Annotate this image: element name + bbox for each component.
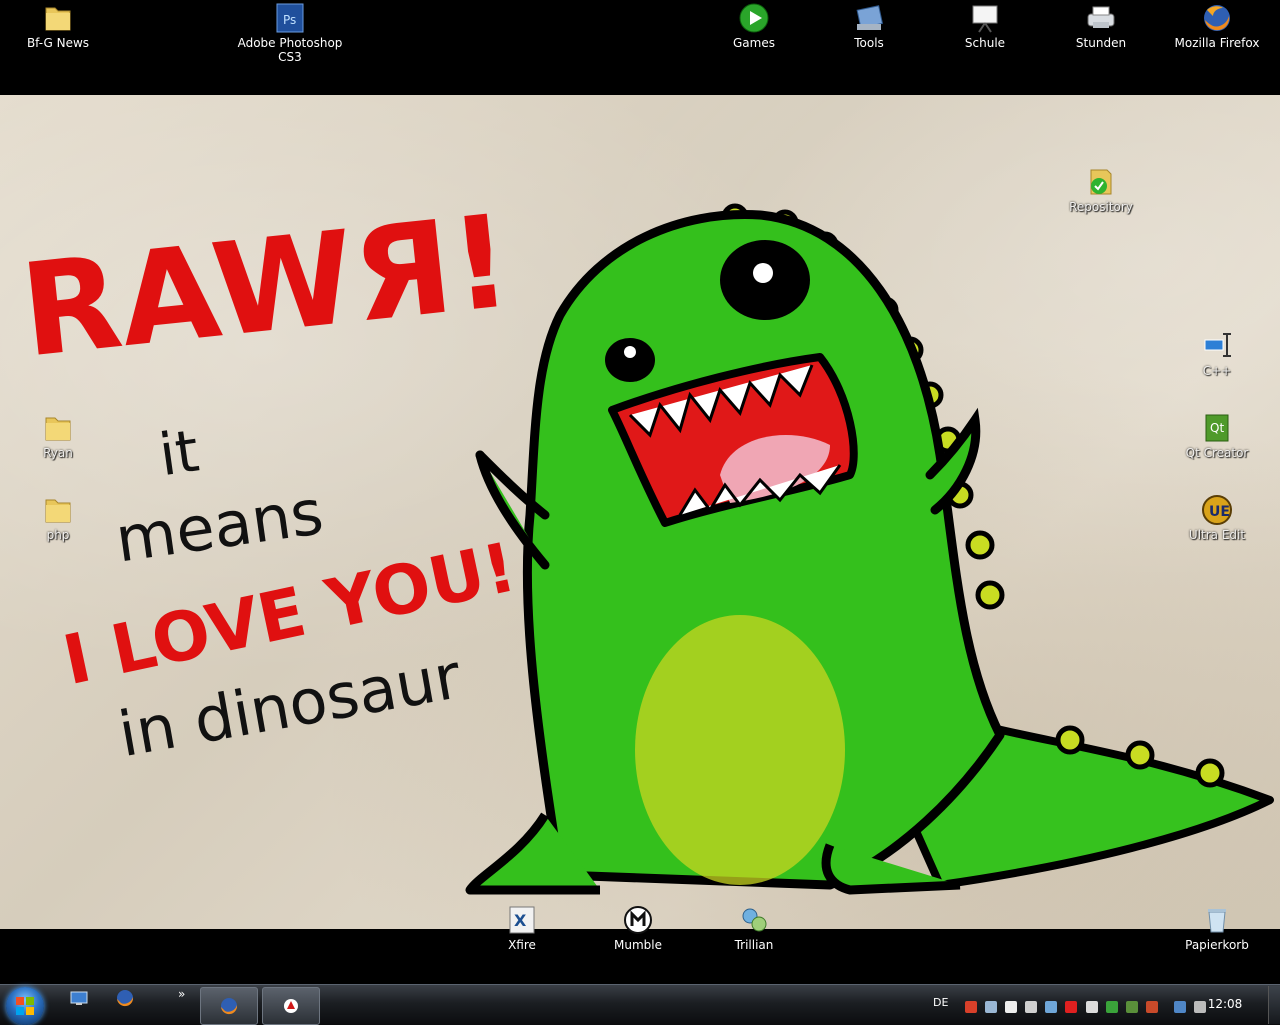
icon-label: Stunden <box>1075 36 1127 50</box>
svg-text:Qt: Qt <box>1210 421 1224 435</box>
desktop-icon-tools[interactable]: Tools <box>814 2 924 50</box>
icon-label: Qt Creator <box>1185 446 1249 460</box>
system-tray <box>965 996 1209 1014</box>
icon-label: Mozilla Firefox <box>1174 36 1260 50</box>
stunden-icon <box>1085 2 1117 34</box>
icon-label: Ultra Edit <box>1188 528 1246 542</box>
firefox-quicklaunch-icon[interactable] <box>116 989 134 1007</box>
desktop-icon-schule[interactable]: Schule <box>930 2 1040 50</box>
icon-label: Mumble <box>614 938 662 952</box>
show-desktop-button[interactable] <box>1268 986 1280 1024</box>
icon-label: Adobe Photoshop CS3 <box>237 36 343 64</box>
tray-icon[interactable] <box>965 1000 977 1013</box>
tray-icon[interactable] <box>1125 1000 1138 1013</box>
cpp-icon <box>1201 330 1233 362</box>
folder-icon <box>42 412 74 444</box>
svg-text:UE: UE <box>1209 504 1230 520</box>
wallpaper-title: RAWЯ! <box>15 187 518 386</box>
tools-icon <box>853 2 885 34</box>
svg-text:Ps: Ps <box>283 13 296 27</box>
icon-label: Papierkorb <box>1185 938 1249 952</box>
start-button[interactable] <box>6 987 44 1025</box>
tray-icon[interactable] <box>985 1000 998 1013</box>
dinosaur-illustration: RAWЯ! it means I LOVE YOU! in dinosaur <box>15 187 1274 895</box>
games-icon <box>738 2 770 34</box>
network-icon[interactable] <box>1173 1000 1186 1013</box>
taskbar-button-app[interactable] <box>262 987 320 1025</box>
desktop-icon-photoshop[interactable]: Ps Adobe Photoshop CS3 <box>235 2 345 64</box>
desktop-icon-cpp[interactable]: C++ <box>1162 330 1272 378</box>
clock[interactable]: 12:08 <box>1200 997 1250 1011</box>
desktop-icon-ryan[interactable]: Ryan <box>3 412 113 460</box>
desktop-icon-repository[interactable]: Repository <box>1046 166 1156 214</box>
desktop-icon-stunden[interactable]: Stunden <box>1046 2 1156 50</box>
app-icon <box>284 999 298 1013</box>
taskbar-button-firefox[interactable] <box>200 987 258 1025</box>
recycle-bin-icon <box>1201 904 1233 936</box>
tray-icon[interactable] <box>1105 1000 1118 1013</box>
icon-label: Repository <box>1069 200 1133 214</box>
desktop-icon-ultraedit[interactable]: UE Ultra Edit <box>1162 494 1272 542</box>
xfire-icon: X <box>506 904 538 936</box>
wallpaper: RAWЯ! it means I LOVE YOU! in dinosaur <box>0 95 1280 929</box>
desktop-icon-xfire[interactable]: X Xfire <box>467 904 577 952</box>
icon-label: Trillian <box>734 938 774 952</box>
repository-icon <box>1085 166 1117 198</box>
svg-text:X: X <box>514 911 527 930</box>
language-indicator[interactable]: DE <box>933 996 948 1009</box>
wallpaper-line-means: means <box>111 475 327 576</box>
icon-label: C++ <box>1202 364 1232 378</box>
mumble-icon <box>622 904 654 936</box>
tray-icon[interactable] <box>1025 1000 1038 1013</box>
firefox-icon <box>221 998 238 1015</box>
windows-logo-icon <box>16 997 34 1015</box>
desktop-icon-php[interactable]: php <box>3 494 113 542</box>
folder-icon <box>42 494 74 526</box>
folder-icon <box>42 2 74 34</box>
qt-creator-icon: Qt <box>1201 412 1233 444</box>
desktop-icon-bf-g-news[interactable]: Bf-G News <box>3 2 113 50</box>
desktop-icon-recycle-bin[interactable]: Papierkorb <box>1162 904 1272 952</box>
wallpaper-line-it: it <box>155 417 203 490</box>
desktop-icon-qt-creator[interactable]: Qt Qt Creator <box>1162 412 1272 460</box>
tray-icon[interactable] <box>1005 1000 1018 1013</box>
desktop-icon-games[interactable]: Games <box>699 2 809 50</box>
icon-label: Bf-G News <box>26 36 90 50</box>
tray-icon[interactable] <box>1065 1000 1078 1013</box>
show-desktop-icon[interactable] <box>70 989 88 1007</box>
icon-label: Games <box>733 36 775 50</box>
icon-label: Tools <box>854 36 884 50</box>
quicklaunch-overflow[interactable]: » <box>178 987 196 1005</box>
desktop-icon-firefox[interactable]: Mozilla Firefox <box>1162 2 1272 50</box>
desktop-icon-mumble[interactable]: Mumble <box>583 904 693 952</box>
tray-icon[interactable] <box>1045 1000 1058 1013</box>
schule-icon <box>969 2 1001 34</box>
tray-icon[interactable] <box>1145 1000 1158 1013</box>
icon-label: php <box>46 528 70 542</box>
icon-label: Xfire <box>508 938 536 952</box>
trillian-icon <box>738 904 770 936</box>
desktop-icon-trillian[interactable]: Trillian <box>699 904 809 952</box>
icon-label: Schule <box>964 36 1006 50</box>
firefox-icon <box>1201 2 1233 34</box>
tray-icon[interactable] <box>1085 1000 1098 1013</box>
photoshop-icon: Ps <box>274 2 306 34</box>
icon-label: Ryan <box>43 446 73 460</box>
ultraedit-icon: UE <box>1201 494 1233 526</box>
